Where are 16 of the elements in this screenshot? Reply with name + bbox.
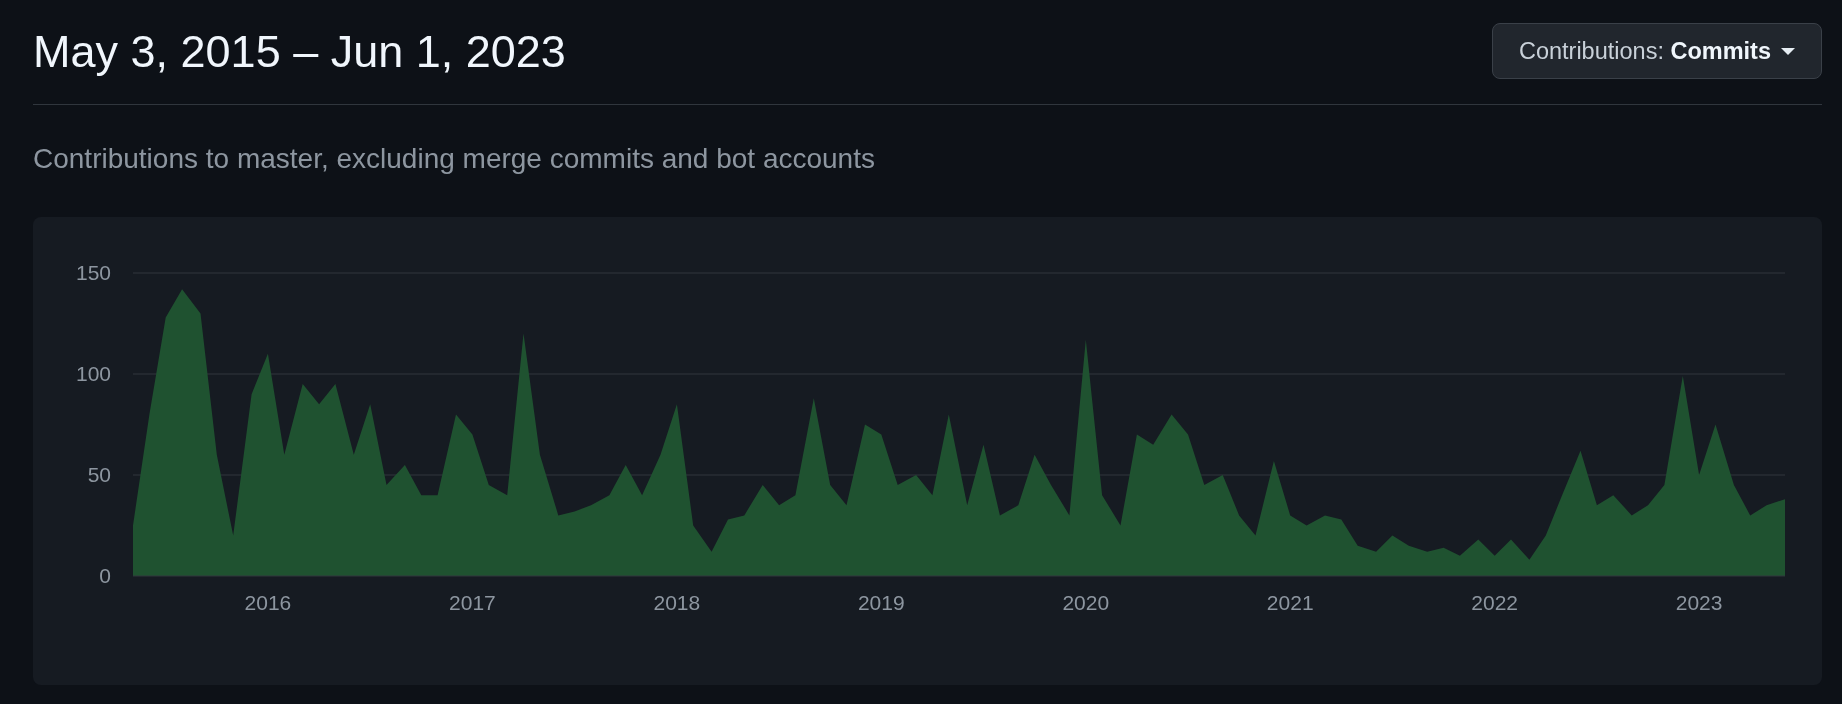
date-range-title: May 3, 2015 – Jun 1, 2023	[33, 26, 566, 78]
x-tick-label: 2017	[449, 591, 496, 614]
x-tick-label: 2019	[857, 591, 905, 614]
x-tick-label: 2022	[1471, 591, 1519, 614]
x-tick-label: 2018	[653, 591, 701, 614]
caret-icon	[1781, 47, 1795, 55]
x-tick-label: 2021	[1266, 591, 1314, 614]
y-tick-label: 50	[87, 463, 111, 486]
y-tick-label: 0	[99, 564, 111, 587]
x-tick-label: 2023	[1675, 591, 1723, 614]
y-tick-label: 150	[75, 261, 111, 284]
x-tick-label: 2016	[244, 591, 292, 614]
y-tick-label: 100	[75, 362, 111, 385]
x-tick-label: 2020	[1062, 591, 1110, 614]
contributions-dropdown[interactable]: Contributions: Commits	[1491, 23, 1822, 79]
chart-description: Contributions to master, excluding merge commits and bot accounts	[33, 142, 876, 176]
